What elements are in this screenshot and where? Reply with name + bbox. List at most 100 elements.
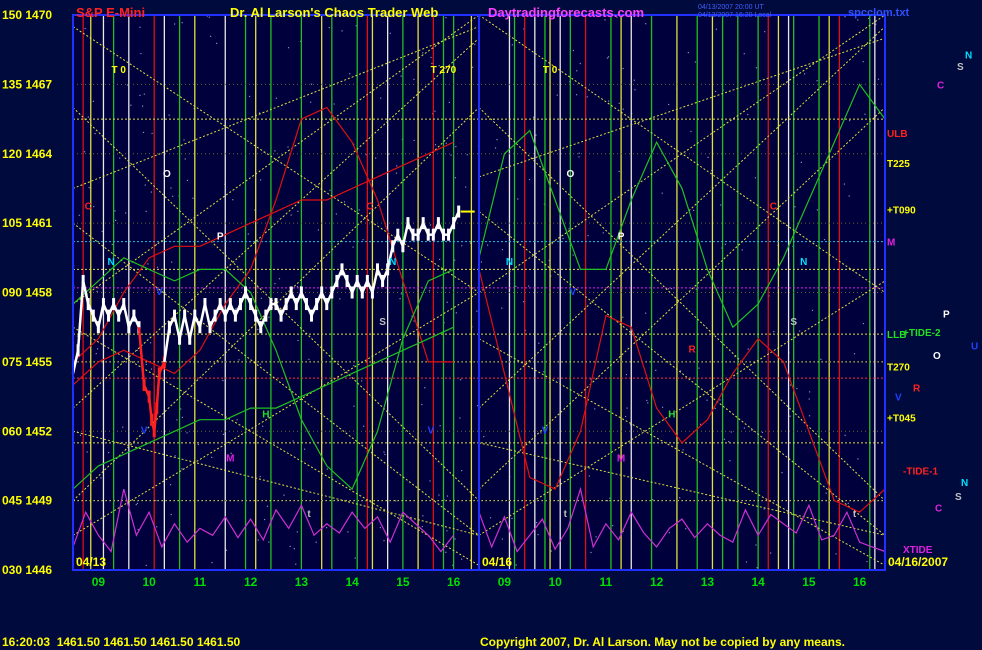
- y-tick-label: 045 1449: [2, 494, 52, 508]
- star-dot: [333, 103, 335, 105]
- star-dot: [211, 562, 213, 564]
- star-dot: [347, 531, 349, 533]
- star-dot: [454, 177, 456, 179]
- x-axis-labels: 09 10 11 12 13 14 15 16 09 10 11 12 13 14 15 16: [92, 575, 867, 589]
- star-dot: [96, 290, 98, 293]
- star-dot: [652, 499, 654, 501]
- star-dot: [622, 67, 624, 70]
- star-dot: [257, 539, 259, 541]
- star-dot: [421, 403, 423, 406]
- star-dot: [511, 517, 513, 520]
- y-tick-label: 060 1452: [2, 424, 52, 438]
- right-label: LLB: [887, 330, 906, 341]
- right-label: N: [965, 50, 972, 61]
- star-dot: [446, 301, 448, 303]
- star-dot: [572, 49, 574, 52]
- star-dot: [421, 525, 423, 528]
- right-label: V: [895, 393, 902, 404]
- star-dot: [572, 254, 574, 256]
- star-dot: [723, 438, 726, 440]
- star-dot: [260, 179, 262, 181]
- star-dot: [808, 398, 810, 400]
- star-dot: [743, 53, 745, 55]
- star-dot: [361, 380, 363, 382]
- star-dot: [170, 513, 172, 516]
- file-name: spcclom.txt: [848, 7, 909, 19]
- star-dot: [535, 134, 537, 136]
- star-dot: [310, 83, 313, 85]
- right-label: N: [961, 478, 968, 489]
- star-dot: [84, 27, 86, 30]
- star-dot: [143, 93, 145, 95]
- y-axis-labels: 150 1470 135 1467 120 1464 105 1461 090 1458…: [2, 8, 52, 577]
- star-dot: [646, 399, 648, 402]
- star-dot: [438, 258, 441, 261]
- marker-label: V: [570, 287, 577, 298]
- star-dot: [287, 146, 289, 148]
- star-dot: [687, 52, 689, 54]
- star-dot: [384, 453, 386, 456]
- star-dot: [820, 358, 822, 360]
- right-label: +T090: [887, 205, 916, 216]
- star-dot: [501, 307, 503, 309]
- star-dot: [119, 157, 121, 159]
- x-tick-label: 13: [295, 575, 309, 589]
- star-dot: [114, 210, 116, 212]
- star-dot: [317, 229, 320, 231]
- star-dot: [186, 179, 189, 182]
- star-dot: [578, 156, 580, 158]
- star-dot: [247, 233, 249, 235]
- star-dot: [262, 425, 264, 427]
- star-dot: [292, 440, 294, 442]
- star-dot: [274, 150, 276, 152]
- star-dot: [379, 526, 381, 529]
- star-dot: [764, 31, 766, 33]
- star-dot: [328, 26, 330, 29]
- marker-label: H: [262, 409, 269, 420]
- star-dot: [171, 261, 173, 263]
- right-label: +TIDE-2: [903, 328, 941, 339]
- star-dot: [125, 212, 127, 214]
- star-dot: [707, 156, 709, 159]
- right-label: O: [933, 351, 941, 362]
- star-dot: [266, 505, 268, 507]
- star-dot: [445, 551, 447, 553]
- star-dot: [694, 61, 697, 63]
- timestamp-local: 04/13/2007 16:20 Local: [698, 12, 772, 19]
- x-tick-label: 14: [345, 575, 359, 589]
- star-dot: [556, 94, 558, 96]
- star-dot: [86, 451, 88, 453]
- star-dot: [428, 290, 431, 292]
- star-dot: [755, 67, 758, 69]
- website-link[interactable]: Daytradingforecasts.com: [488, 5, 644, 20]
- star-dot: [612, 525, 614, 527]
- star-dot: [400, 293, 402, 295]
- star-dot: [341, 30, 343, 32]
- star-dot: [719, 399, 721, 401]
- x-tick-label: 12: [650, 575, 664, 589]
- star-dot: [380, 97, 382, 99]
- right-label: P: [943, 309, 950, 320]
- star-dot: [352, 246, 354, 248]
- star-dot: [763, 508, 765, 510]
- star-dot: [647, 402, 649, 404]
- star-dot: [862, 61, 864, 63]
- star-dot: [515, 285, 517, 287]
- star-dot: [624, 415, 627, 418]
- marker-label: C: [85, 201, 92, 212]
- right-label: C: [937, 80, 944, 91]
- star-dot: [169, 484, 172, 486]
- star-dot: [429, 480, 431, 482]
- star-dot: [590, 378, 592, 380]
- star-dot: [329, 189, 331, 191]
- star-dot: [263, 518, 266, 521]
- star-dot: [310, 101, 312, 103]
- star-dot: [383, 451, 385, 453]
- marker-label: M: [617, 453, 625, 464]
- star-dot: [622, 108, 624, 110]
- star-dot: [706, 399, 708, 401]
- chart-canvas: T 0T 270 T 0O OP PC C CN N N NS SV VV V VRH HM Mt t t 15…: [2, 4, 978, 649]
- star-dot: [528, 178, 531, 181]
- star-dot: [668, 103, 670, 106]
- star-dot: [396, 165, 398, 167]
